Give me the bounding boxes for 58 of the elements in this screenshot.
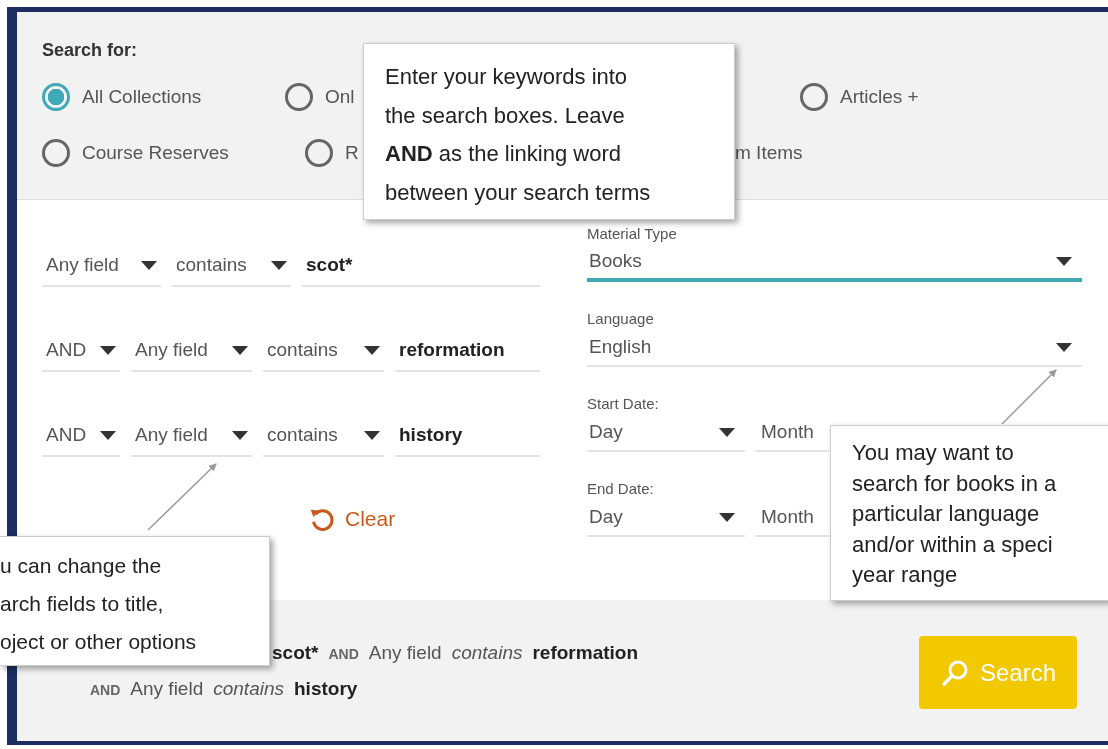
caret-icon [100, 430, 116, 440]
query-token: scot* [272, 642, 319, 664]
radio-button[interactable] [800, 83, 828, 111]
query-token: Any field [368, 642, 442, 664]
condition-dropdown[interactable]: contains [263, 415, 384, 457]
field-label: End Date: [587, 479, 654, 499]
condition-dropdown[interactable]: contains [172, 245, 291, 287]
query-token: AND [328, 646, 359, 662]
radio-label: Articles + [840, 86, 919, 108]
field-dropdown[interactable]: Any field [131, 415, 252, 457]
clear-button[interactable]: Clear [303, 500, 400, 538]
query-token: contains [451, 642, 523, 664]
condition-dropdown[interactable]: contains [263, 330, 384, 372]
field-label: Material Type [587, 224, 677, 244]
radio-label: Onl [325, 86, 355, 108]
radio-button[interactable] [285, 83, 313, 111]
operator-dropdown[interactable]: AND [42, 415, 120, 457]
operator-dropdown[interactable]: AND [42, 330, 120, 372]
callout-arrow [147, 463, 217, 531]
field-label: Start Date: [587, 394, 659, 414]
caret-icon [364, 430, 380, 440]
callout-tooltip: u can change the arch fields to title, oject or other options [0, 536, 270, 666]
radio-button[interactable] [42, 139, 70, 167]
query-token: contains [213, 678, 284, 700]
radio-label: m Items [735, 142, 803, 164]
field-dropdown[interactable]: Any field [42, 245, 161, 287]
caret-icon [1056, 342, 1072, 352]
caret-icon [100, 345, 116, 355]
callout-tooltip: You may want to search for books in a particular language and/or within a speci year range [830, 425, 1108, 601]
callout-tooltip: Enter your keywords into the search boxes. Leave AND as the linking word between your search terms [363, 43, 735, 220]
filter-dropdown[interactable]: Books [587, 244, 1082, 282]
query-token: Any field [130, 678, 204, 700]
radio-label: R [345, 142, 359, 164]
caret-icon [1056, 256, 1072, 266]
search-for-label: Search for: [42, 40, 139, 61]
radio-label: Course Reserves [82, 142, 229, 164]
query-token: reformation [532, 642, 639, 664]
field-label: Language [587, 309, 654, 329]
caret-icon [719, 427, 735, 437]
field-dropdown[interactable]: Any field [131, 330, 252, 372]
caret-icon [271, 260, 287, 270]
search-field[interactable]: history [395, 415, 540, 457]
radio-label: All Collections [82, 86, 202, 108]
filter-dropdown[interactable]: English [587, 329, 1082, 367]
radio-button[interactable] [305, 139, 333, 167]
day-dropdown[interactable]: Day [587, 499, 745, 537]
caret-icon [232, 430, 248, 440]
radio-button[interactable] [42, 83, 70, 111]
query-token: history [294, 678, 358, 700]
caret-icon [232, 345, 248, 355]
search-field[interactable]: scot* [302, 245, 540, 287]
day-dropdown[interactable]: Day [587, 414, 745, 452]
caret-icon [364, 345, 380, 355]
caret-icon [719, 512, 735, 522]
callout-arrow [1001, 369, 1057, 425]
search-field[interactable]: reformation [395, 330, 540, 372]
query-token: AND [90, 682, 121, 698]
caret-icon [141, 260, 157, 270]
